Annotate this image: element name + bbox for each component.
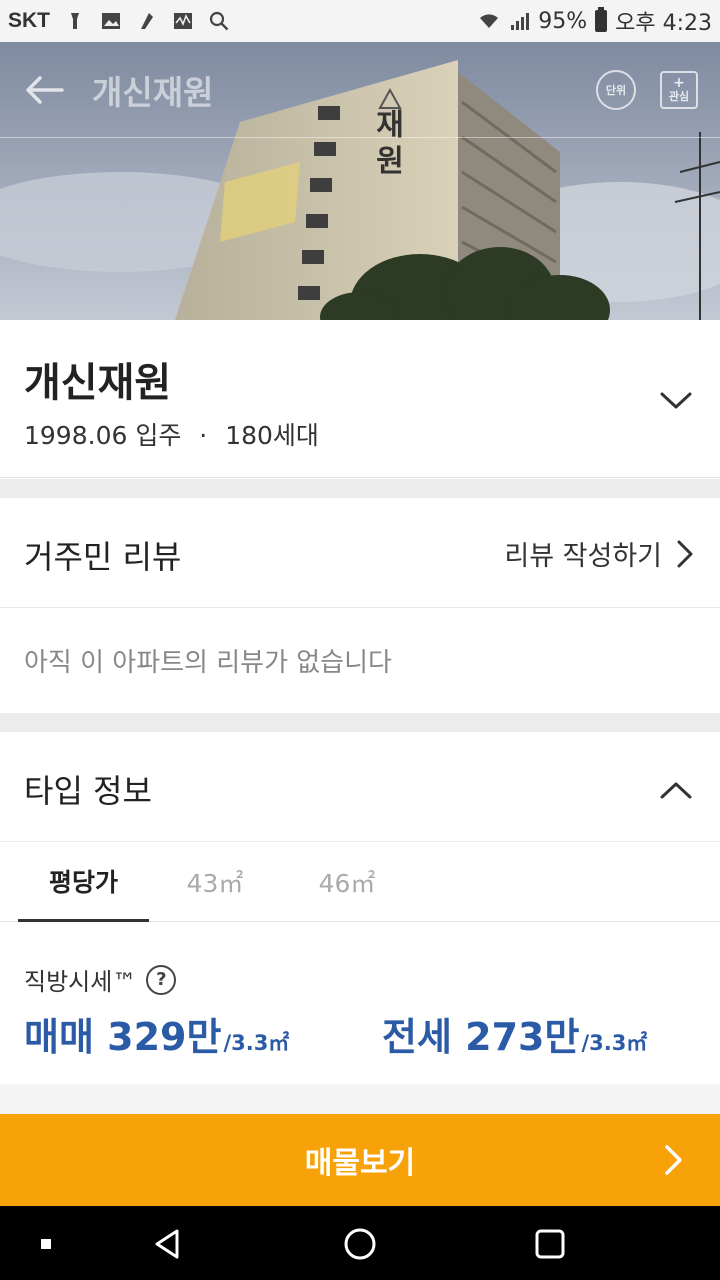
apartment-name: 개신재원	[24, 360, 172, 406]
system-nav-bar	[0, 1206, 720, 1280]
section-divider	[0, 1084, 720, 1114]
section-divider	[0, 479, 720, 498]
triangle-back-icon	[155, 1229, 179, 1259]
jeonse-price-value: 전세 273만	[382, 1015, 580, 1059]
activity-icon	[174, 13, 192, 29]
gallery-icon	[102, 13, 120, 29]
sale-price-value: 매매 329만	[24, 1015, 222, 1059]
section-divider	[0, 713, 720, 732]
sale-price: 매매 329만 /3.3㎡	[24, 1006, 289, 1061]
chevron-up-icon[interactable]	[656, 770, 696, 810]
favorite-label: 관심	[668, 89, 690, 103]
back-arrow-icon	[26, 75, 64, 104]
battery-percent: 95%	[538, 8, 588, 34]
favorite-button[interactable]: + 관심	[660, 70, 698, 109]
sign-char-bottom: 원	[376, 144, 404, 179]
hero-title: 개신재원	[92, 72, 214, 112]
home-circle-icon	[344, 1228, 376, 1260]
apartment-meta: 1998.06 입주 · 180세대	[24, 416, 319, 452]
signal-icon	[511, 13, 530, 30]
app-icon	[141, 13, 153, 29]
apartment-summary: 개신재원 1998.06 입주 · 180세대	[0, 320, 720, 478]
chevron-down-icon[interactable]	[656, 380, 696, 420]
tab-43m2[interactable]: 43㎡	[160, 842, 270, 922]
search-icon	[209, 11, 229, 31]
dot-icon	[41, 1239, 51, 1249]
chevron-right-icon	[665, 1145, 682, 1175]
type-info-title: 타입 정보	[24, 772, 152, 810]
review-title: 거주민 리뷰	[24, 538, 182, 576]
move-in-date: 1998.06 입주	[24, 421, 182, 450]
chevron-right-icon	[677, 540, 693, 567]
jeonse-price-unit: /3.3㎡	[581, 1031, 648, 1055]
tab-46m2[interactable]: 46㎡	[292, 842, 402, 922]
back-nav-button[interactable]	[148, 1224, 188, 1264]
meta-separator: ·	[199, 421, 208, 450]
price-label-text: 직방시세™	[24, 968, 137, 996]
hero-image: 재 원 개신재원 단위 + 관심	[0, 42, 720, 320]
recents-nav-button[interactable]	[530, 1224, 570, 1264]
review-empty-message: 아직 이 아파트의 리뷰가 없습니다	[24, 648, 392, 678]
zigbang-price-label: 직방시세™ ?	[24, 962, 177, 997]
recent-dot-button[interactable]	[26, 1224, 66, 1264]
review-header: 거주민 리뷰 리뷰 작성하기	[0, 498, 720, 608]
unit-label: 단위	[605, 83, 627, 97]
write-review-label: 리뷰 작성하기	[504, 541, 662, 572]
wifi-icon	[480, 14, 499, 28]
type-tabs: 평당가 43㎡ 46㎡	[0, 842, 720, 922]
tab-price-per-pyeong[interactable]: 평당가	[18, 842, 149, 922]
home-nav-button[interactable]	[340, 1224, 380, 1264]
hero-toolbar: 개신재원 단위 + 관심	[0, 42, 720, 138]
battery-icon	[595, 7, 608, 32]
clock: 오후 4:23	[615, 11, 712, 36]
flashlight-icon	[71, 13, 79, 29]
write-review-button[interactable]: 리뷰 작성하기	[504, 534, 696, 573]
unit-toggle-button[interactable]: 단위	[596, 69, 636, 110]
favorite-plus-icon: +	[673, 74, 685, 91]
status-bar: SKT 95% 오후 4:23	[0, 0, 720, 42]
sale-price-unit: /3.3㎡	[223, 1031, 290, 1055]
jeonse-price: 전세 273만 /3.3㎡	[382, 1006, 647, 1061]
type-info-header: 타입 정보	[0, 732, 720, 842]
help-icon[interactable]: ?	[146, 964, 177, 995]
view-listings-button[interactable]: 매물보기	[0, 1114, 720, 1206]
household-count: 180세대	[225, 421, 319, 450]
view-listings-label: 매물보기	[304, 1146, 416, 1181]
square-recents-icon	[535, 1229, 565, 1259]
back-button[interactable]	[22, 68, 66, 112]
carrier-label: SKT	[8, 9, 50, 32]
